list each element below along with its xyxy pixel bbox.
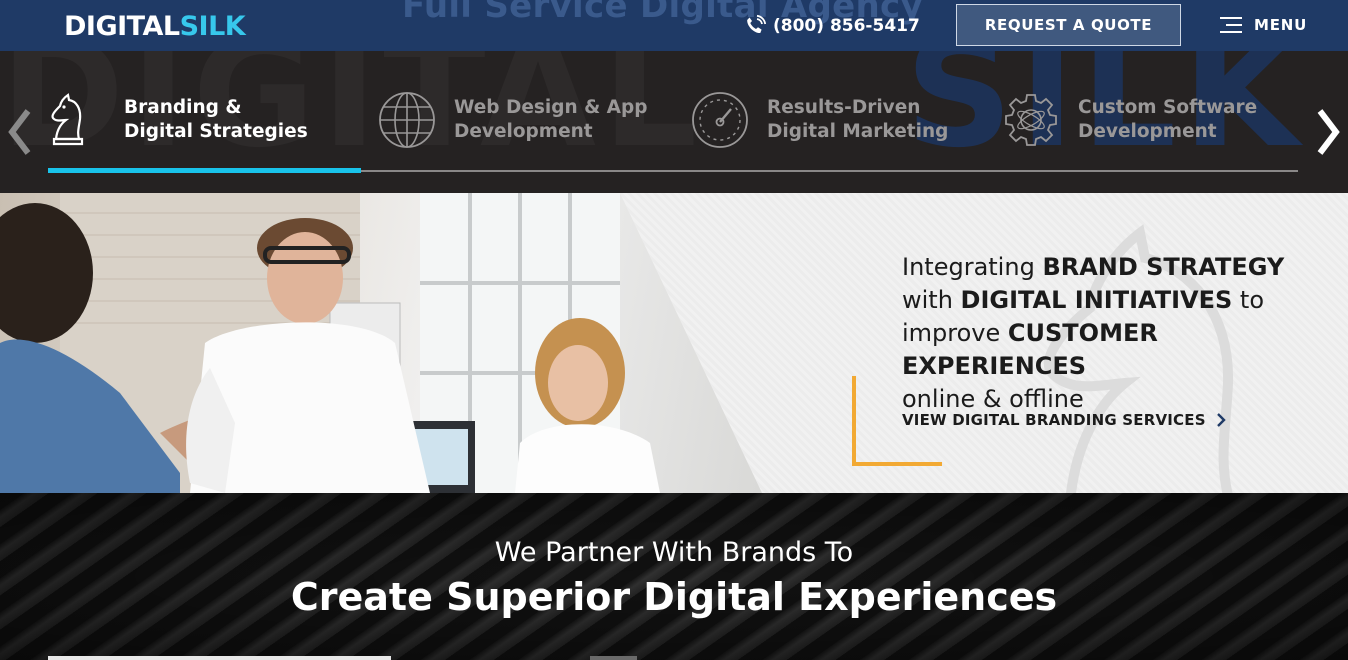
hero-text: improve xyxy=(902,319,1008,347)
request-quote-button[interactable]: REQUEST A QUOTE xyxy=(956,4,1181,46)
phone-link[interactable]: (800) 856-5417 xyxy=(743,13,920,39)
tab-label-line1: Results-Driven xyxy=(767,97,921,118)
tab-label-line2: Development xyxy=(1078,121,1217,142)
hero-text: with xyxy=(902,286,961,314)
tab-web-design-app-development[interactable]: Web Design & App Development xyxy=(378,91,674,149)
knight-chess-icon xyxy=(48,91,106,149)
hero-link-label: VIEW DIGITAL BRANDING SERVICES xyxy=(902,411,1206,429)
hero-headline: Integrating BRAND STRATEGY with DIGITAL … xyxy=(902,251,1342,416)
tab-label-line1: Branding & xyxy=(124,97,242,118)
phone-icon xyxy=(743,14,767,38)
tab-label-line2: Digital Marketing xyxy=(767,121,949,142)
hero-headline-line2: with DIGITAL INITIATIVES to xyxy=(902,284,1342,317)
tab-label-line2: Digital Strategies xyxy=(124,121,308,142)
next-arrow-button[interactable] xyxy=(1316,109,1340,155)
hero-banner: Integrating BRAND STRATEGY with DIGITAL … xyxy=(0,193,1348,493)
active-tab-indicator xyxy=(48,168,361,173)
partner-title: Create Superior Digital Experiences xyxy=(290,575,1058,619)
tab-branding-digital-strategies[interactable]: Branding & Digital Strategies xyxy=(48,91,344,149)
logo-text-digital: DIGITAL xyxy=(64,10,180,42)
site-header: Full Service Digital Agency DIGITAL SILK … xyxy=(0,0,1348,51)
hero-headline-line1: Integrating BRAND STRATEGY xyxy=(902,251,1342,284)
menu-label: MENU xyxy=(1254,16,1308,34)
chevron-left-icon xyxy=(8,109,31,155)
prev-arrow-button[interactable] xyxy=(8,109,32,155)
services-tab-strip: DIGITAL SILK Branding & Digital Strategi… xyxy=(0,51,1348,193)
chevron-right-icon xyxy=(1317,109,1340,155)
hero-headline-line3: improve CUSTOMER EXPERIENCES xyxy=(902,317,1342,383)
tab-custom-software-development[interactable]: Custom Software Development xyxy=(1002,91,1298,149)
digitalsilk-logo[interactable]: DIGITAL SILK xyxy=(64,9,246,43)
tab-label-line1: Custom Software xyxy=(1078,97,1258,118)
chevron-right-icon xyxy=(1216,413,1226,427)
hero-text-bold: BRAND STRATEGY xyxy=(1042,253,1285,281)
view-digital-branding-services-link[interactable]: VIEW DIGITAL BRANDING SERVICES xyxy=(902,411,1226,429)
phone-number: (800) 856-5417 xyxy=(773,16,920,36)
hamburger-icon xyxy=(1220,16,1242,34)
partner-tab-indicator xyxy=(48,656,391,660)
partner-tab-indicator-secondary xyxy=(590,656,637,660)
gear-icon xyxy=(1002,91,1060,149)
hero-text: to xyxy=(1232,286,1265,314)
menu-button[interactable]: MENU xyxy=(1220,13,1307,37)
partner-section: We Partner With Brands To Create Superio… xyxy=(0,493,1348,660)
hero-text: Integrating xyxy=(902,253,1043,281)
tab-results-driven-digital-marketing[interactable]: Results-Driven Digital Marketing xyxy=(691,91,987,149)
tab-label-line2: Development xyxy=(454,121,593,142)
globe-icon xyxy=(378,91,436,149)
hero-text-bold: DIGITAL INITIATIVES xyxy=(960,286,1233,314)
gauge-icon xyxy=(691,91,749,149)
logo-text-silk: SILK xyxy=(179,10,246,42)
tab-label-line1: Web Design & App xyxy=(454,97,648,118)
partner-subtitle: We Partner With Brands To xyxy=(494,537,854,568)
